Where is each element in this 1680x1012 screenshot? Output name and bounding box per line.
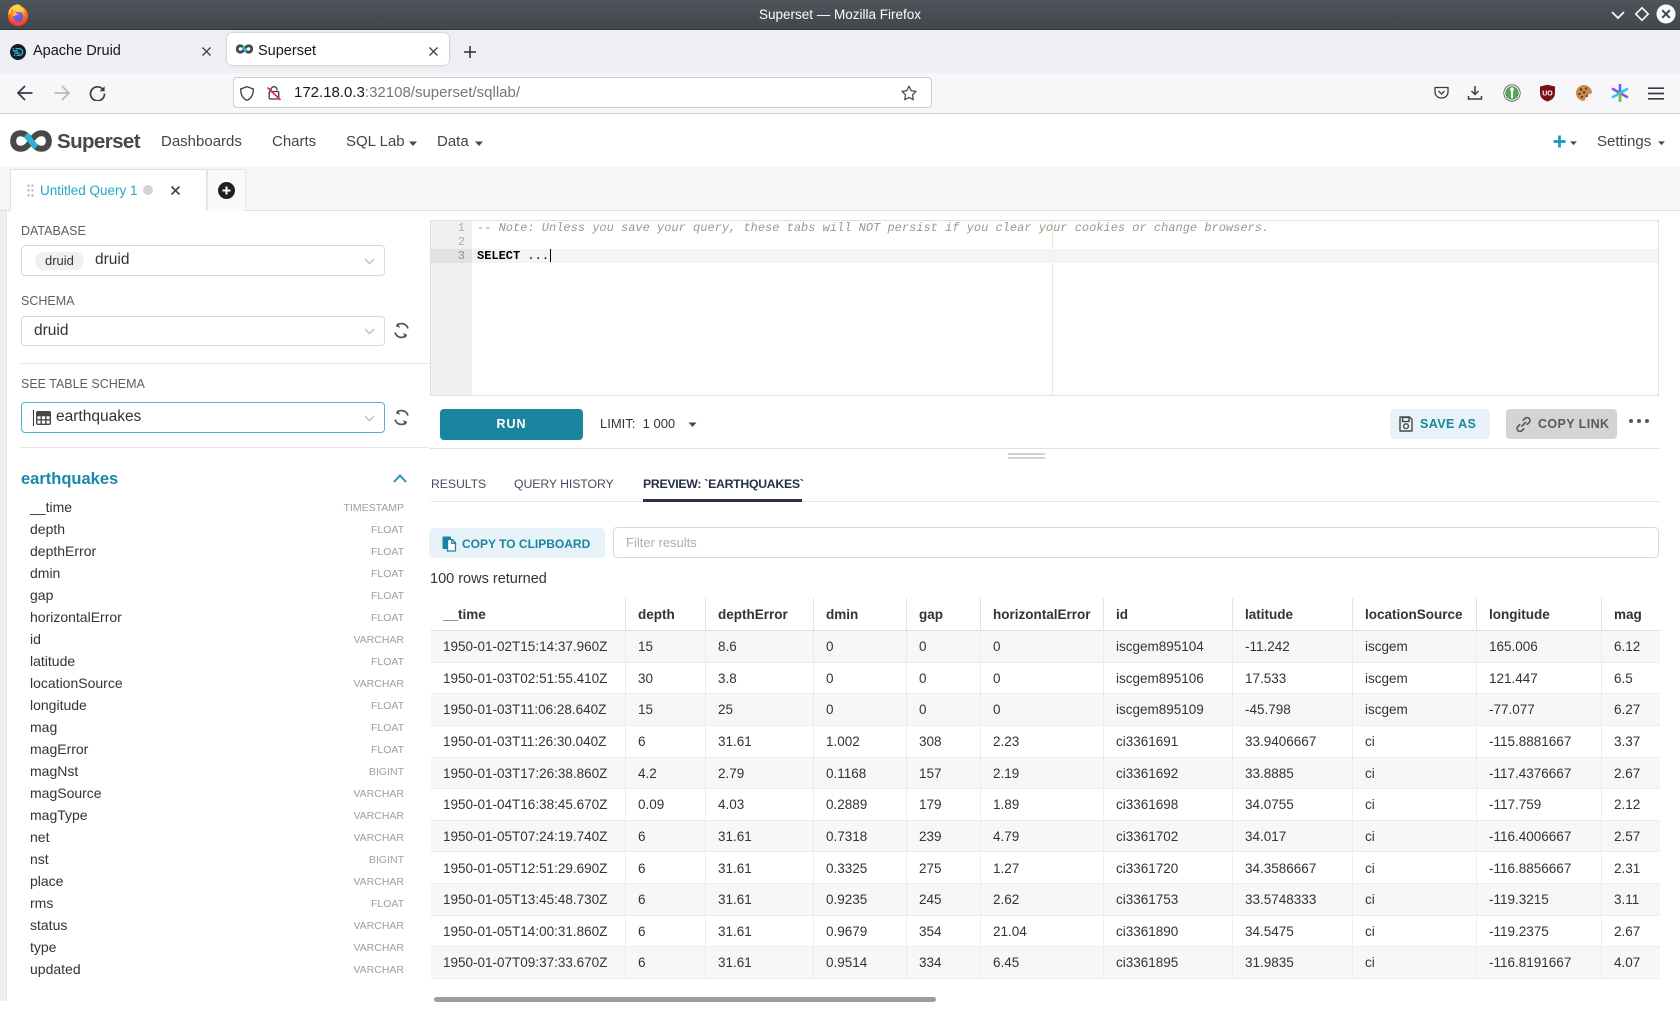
svg-text:UO: UO <box>1542 91 1553 98</box>
